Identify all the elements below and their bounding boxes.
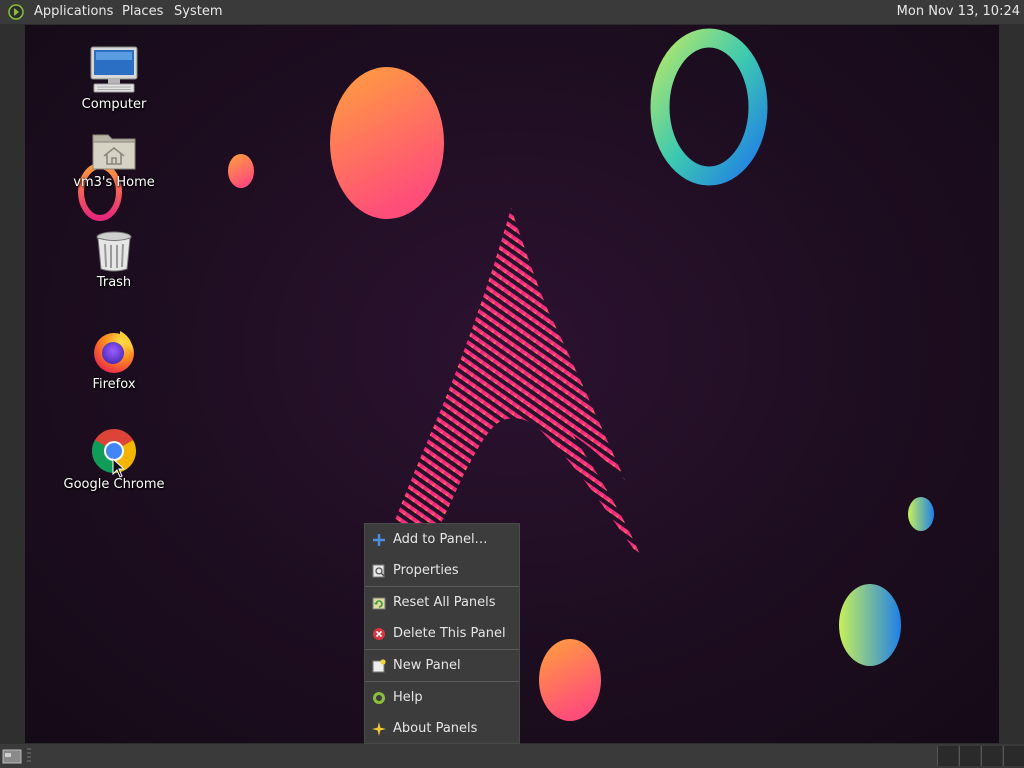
menu-separator: [365, 681, 519, 682]
menu-item-reset-all-panels[interactable]: Reset All Panels: [365, 589, 519, 617]
panel-context-menu: Add to Panel… Properties Reset All Panel…: [364, 523, 520, 744]
gradient-ring: [650, 28, 768, 186]
about-icon: [372, 722, 386, 736]
clock[interactable]: Mon Nov 13, 10:24: [897, 0, 1020, 24]
desktop-icon-label: Trash: [96, 275, 132, 290]
menu-item-help[interactable]: Help: [365, 684, 519, 712]
menu-item-label: Properties: [393, 563, 459, 578]
panel-grip-handle[interactable]: [27, 748, 31, 764]
menu-item-label: Help: [393, 690, 423, 705]
mouse-cursor-icon: [112, 458, 126, 478]
desktop-icon-computer[interactable]: Computer: [49, 45, 179, 112]
menu-item-label: Reset All Panels: [393, 595, 496, 610]
menu-item-about-panels[interactable]: About Panels: [365, 715, 519, 743]
desktop-icon-label: Firefox: [92, 377, 136, 392]
applications-logo-icon[interactable]: [8, 4, 24, 20]
desktop-icon-label: Computer: [81, 97, 147, 112]
desktop-icon-trash[interactable]: Trash: [49, 229, 179, 290]
desktop-icon-firefox[interactable]: Firefox: [49, 327, 179, 392]
delete-icon: [373, 628, 385, 640]
orange-circle-bottom: [539, 639, 601, 721]
workspace-1[interactable]: [937, 746, 958, 766]
menu-item-new-panel[interactable]: New Panel: [365, 652, 519, 680]
left-panel-edge: [0, 24, 25, 744]
green-blue-dot: [908, 497, 934, 531]
orange-dot-small: [228, 154, 254, 188]
home-folder-icon: [92, 134, 136, 170]
help-icon: [373, 692, 385, 704]
menu-item-label: About Panels: [393, 721, 478, 736]
desktop-icon-home[interactable]: vm3's Home: [49, 129, 179, 190]
menu-item-delete-this-panel[interactable]: Delete This Panel: [365, 620, 519, 648]
system-menu[interactable]: System: [170, 0, 226, 24]
workspace-4[interactable]: [1003, 746, 1024, 766]
menu-item-add-to-panel[interactable]: Add to Panel…: [365, 526, 519, 554]
orange-circle-large: [330, 67, 444, 219]
reset-icon: [372, 597, 386, 610]
properties-icon: [372, 564, 385, 578]
menu-separator: [365, 649, 519, 650]
top-panel: Applications Places System Mon Nov 13, 1…: [0, 0, 1024, 24]
trash-icon: [96, 231, 132, 272]
bottom-panel[interactable]: [0, 744, 1024, 768]
menu-item-properties[interactable]: Properties: [365, 557, 519, 585]
computer-icon: [90, 46, 138, 93]
plus-icon: [373, 534, 385, 546]
places-menu[interactable]: Places: [118, 0, 167, 24]
desktop-icon-label: vm3's Home: [73, 175, 155, 190]
new-panel-icon: [372, 659, 386, 673]
workspace-2[interactable]: [959, 746, 980, 766]
menu-item-label: Delete This Panel: [393, 626, 506, 641]
workspace-3[interactable]: [981, 746, 1002, 766]
menu-item-label: New Panel: [393, 658, 461, 673]
right-panel-edge: [999, 24, 1024, 744]
firefox-icon: [94, 331, 134, 373]
desktop-icon-label: Google Chrome: [63, 477, 165, 492]
menu-item-label: Add to Panel…: [393, 532, 488, 547]
green-blue-circle: [839, 584, 901, 666]
arch-logo: [393, 208, 642, 560]
menu-separator: [365, 586, 519, 587]
applications-menu[interactable]: Applications: [30, 0, 117, 24]
show-desktop-icon[interactable]: [2, 748, 22, 764]
